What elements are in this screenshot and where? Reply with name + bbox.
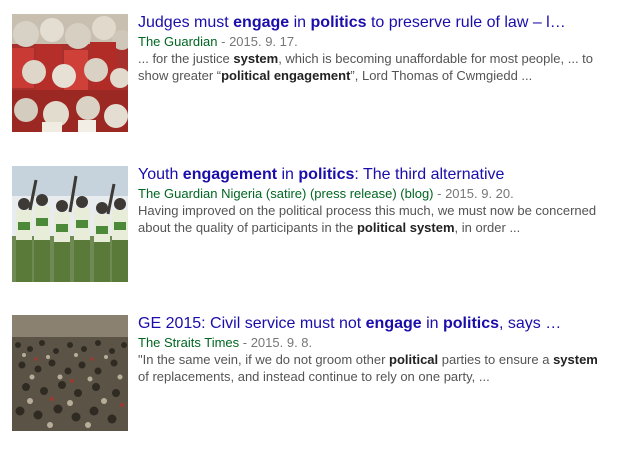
result-date: 2015. 9. 17. (229, 34, 298, 49)
text-segment: ... for the justice (138, 51, 234, 66)
text-segment: "In the same vein, if we do not groom ot… (138, 352, 390, 367)
text-segment: to preserve rule of law – l… (366, 14, 566, 31)
result-snippet: "In the same vein, if we do not groom ot… (138, 351, 612, 385)
text-segment: ”, Lord Thomas of Cwmgiedd ... (350, 68, 533, 83)
text-segment: in (277, 166, 299, 183)
result-content: GE 2015: Civil service must not engage i… (138, 315, 612, 385)
text-segment: in (289, 14, 311, 31)
text-segment: parties to ensure a (438, 352, 554, 367)
highlighted-keyword: system (553, 352, 598, 367)
result-meta: The Straits Times - 2015. 9. 8. (138, 334, 612, 351)
highlighted-keyword: political system (356, 220, 455, 235)
highlighted-keyword: engage (233, 14, 290, 31)
highlighted-keyword: politics (310, 14, 367, 31)
result-thumbnail[interactable] (12, 315, 128, 431)
text-segment: in (421, 315, 443, 332)
result-date-separator: - (239, 335, 251, 350)
result-source: The Guardian (138, 34, 218, 49)
highlighted-keyword: engage (365, 315, 422, 332)
result-content: Youth engagement in politics: The third … (138, 166, 612, 236)
rally-crowd-photo (12, 315, 128, 431)
highlighted-keyword: system (233, 51, 279, 66)
result-snippet: ... for the justice system, which is bec… (138, 50, 612, 84)
highlighted-keyword: politics (443, 315, 500, 332)
result-meta: The Guardian - 2015. 9. 17. (138, 33, 612, 50)
text-segment: Judges must (138, 14, 234, 31)
result-date: 2015. 9. 20. (445, 186, 514, 201)
result-title-link[interactable]: Youth engagement in politics: The third … (138, 165, 612, 185)
result-title-link[interactable]: GE 2015: Civil service must not engage i… (138, 314, 612, 334)
result-source: The Guardian Nigeria (satire) (press rel… (138, 186, 434, 201)
result-title-link[interactable]: Judges must engage in politics to preser… (138, 13, 612, 33)
result-meta: The Guardian Nigeria (satire) (press rel… (138, 185, 612, 202)
highlighted-keyword: politics (298, 166, 355, 183)
highlighted-keyword: political engagement (221, 68, 351, 83)
result-thumbnail[interactable] (12, 14, 128, 132)
result-snippet: Having improved on the political process… (138, 202, 612, 236)
text-segment: GE 2015: Civil service must not (138, 315, 366, 332)
text-segment: , in order ... (454, 220, 521, 235)
text-segment: : The third alternative (354, 166, 505, 183)
result-thumbnail[interactable] (12, 166, 128, 282)
result-date-separator: - (217, 34, 230, 49)
text-segment: of replacements, and instead continue to… (138, 369, 490, 384)
result-source: The Straits Times (138, 335, 240, 350)
highlighted-keyword: engagement (182, 166, 278, 183)
nysc-corps-members-photo (12, 166, 128, 282)
judges-in-wigs-photo (12, 14, 128, 132)
highlighted-keyword: political (389, 352, 439, 367)
result-date-separator: - (433, 186, 446, 201)
text-segment: , says … (499, 315, 562, 332)
result-content: Judges must engage in politics to preser… (138, 14, 612, 84)
result-date: 2015. 9. 8. (250, 335, 313, 350)
text-segment: Youth (138, 166, 183, 183)
